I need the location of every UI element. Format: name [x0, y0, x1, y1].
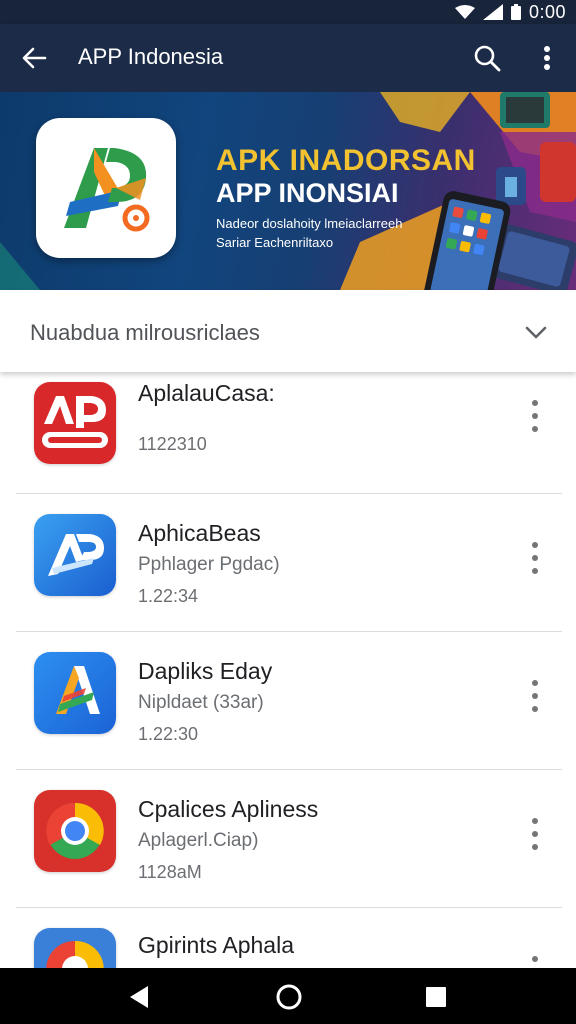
promo-banner[interactable]: APK INADORSAN APP INONSIAI Nadeor doslah… [0, 92, 576, 290]
a-triangle-icon [34, 652, 116, 734]
page-title: APP Indonesia [78, 44, 224, 69]
more-vert-icon [532, 542, 538, 574]
app-title: Dapliks Eday [138, 658, 273, 684]
list-item[interactable]: Cpalices Apliness Aplagerl.Ciap) 1128aM [0, 770, 576, 908]
more-vert-icon [532, 400, 538, 432]
banner-caption-2: Sariar Eachenriltaxo [216, 235, 334, 250]
nav-recents-icon[interactable] [421, 982, 451, 1012]
signal-icon [482, 4, 503, 20]
app-meta: 1.22:30 [138, 724, 199, 744]
app-subtitle: Aplagerl.Ciap) [138, 830, 259, 851]
item-more-button[interactable] [520, 536, 550, 580]
item-more-button[interactable] [520, 674, 550, 718]
wifi-icon [454, 5, 475, 19]
item-more-button[interactable] [520, 394, 550, 438]
app-subtitle: Nipldaet (33ar) [138, 692, 264, 713]
ap-blue-icon [34, 514, 116, 596]
back-arrow-icon [22, 47, 47, 69]
dropdown-selected-value: Nuabdua milrousriclaes [30, 320, 260, 345]
banner-heading: APK INADORSAN [216, 144, 476, 177]
list-item[interactable]: AphicaBeas Pphlager Pgdac) 1.22:34 [0, 494, 576, 632]
more-vert-icon [532, 818, 538, 850]
more-vert-icon [544, 46, 550, 70]
app-title: AphicaBeas [138, 520, 261, 546]
nav-home-icon[interactable] [274, 982, 304, 1012]
item-more-button[interactable] [520, 950, 550, 968]
circle-app-icon [34, 928, 116, 968]
app-meta: 1128aM [138, 862, 202, 882]
banner-subheading: APP INONSIAI [216, 178, 399, 208]
app-meta: 1.22:34 [138, 586, 199, 606]
category-dropdown[interactable]: Nuabdua milrousriclaes [0, 290, 576, 372]
item-more-button[interactable] [520, 812, 550, 856]
more-vert-icon [532, 680, 538, 712]
app-list: AplalauCasa: 1122310 AphicaBeas Pphlager… [0, 372, 576, 968]
app-subtitle: Pphlager Pgdac) [138, 554, 280, 575]
app-bar: APP Indonesia [0, 24, 576, 92]
list-item[interactable]: Dapliks Eday Nipldaet (33ar) 1.22:30 [0, 632, 576, 770]
app-title: Cpalices Apliness [138, 796, 319, 822]
status-bar: 0:00 [0, 0, 576, 24]
app-title: Gpirints Aphala [138, 932, 294, 958]
apk-red-icon [34, 382, 116, 464]
battery-icon [510, 4, 521, 20]
nav-back-icon[interactable] [124, 982, 154, 1012]
search-icon [474, 45, 501, 72]
status-time: 0:00 [528, 1, 566, 22]
chevron-down-icon [525, 326, 547, 339]
banner-app-logo [36, 118, 176, 258]
app-meta: 1122310 [138, 434, 207, 454]
chrome-like-icon [34, 790, 116, 872]
system-nav-bar [0, 968, 576, 1024]
back-button[interactable] [12, 36, 56, 80]
banner-caption-1: Nadeor doslahoity lmeiaclarreeh [216, 216, 403, 231]
list-item[interactable]: AplalauCasa: 1122310 [0, 372, 576, 494]
more-vert-icon [532, 956, 538, 962]
overflow-menu-button[interactable] [525, 36, 569, 80]
list-item[interactable]: Gpirints Aphala [0, 908, 576, 968]
app-title: AplalauCasa: [138, 380, 275, 406]
apk-logo-icon [64, 148, 150, 232]
search-button[interactable] [465, 36, 509, 80]
